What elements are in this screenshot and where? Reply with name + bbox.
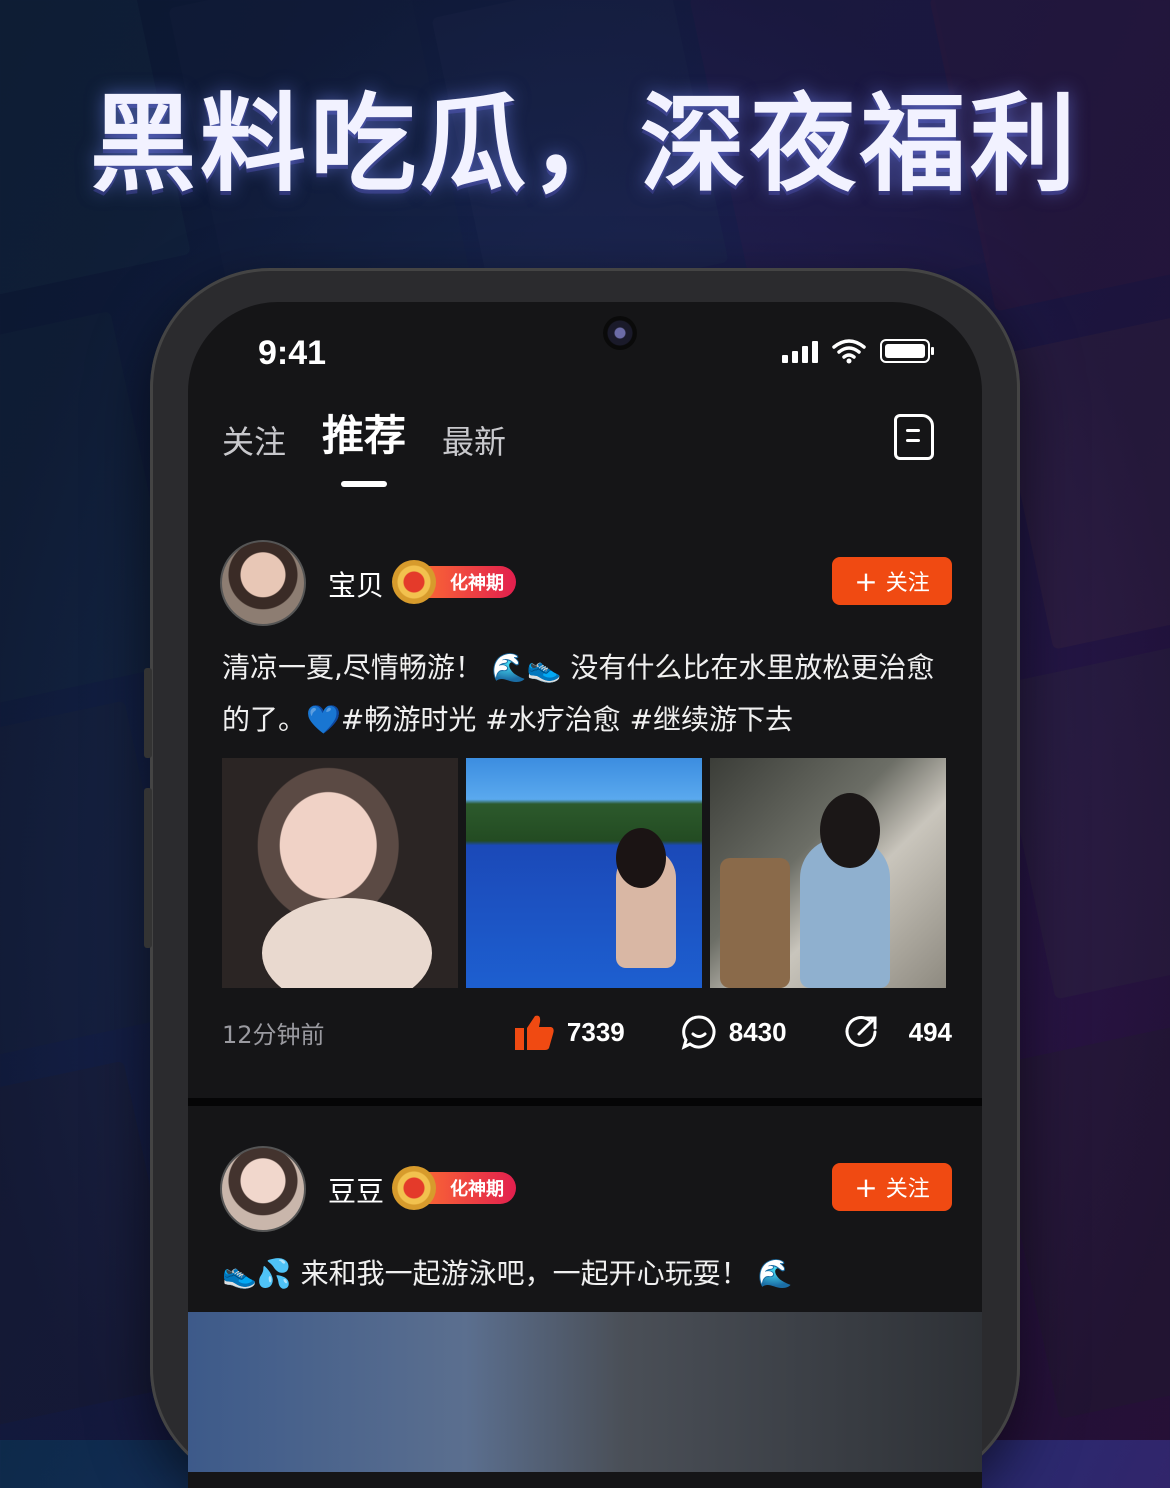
tab-following[interactable]: 关注 xyxy=(222,417,286,463)
post-text: 清凉一夏,尽情畅游！ 🌊👟 没有什么比在水里放松更治愈的了。💙#畅游时光 #水疗… xyxy=(222,651,935,736)
share-button[interactable]: 494 xyxy=(843,1014,952,1050)
wifi-icon xyxy=(832,339,866,364)
comment-icon xyxy=(681,1015,716,1050)
phone-frame: 9:41 关注 推荐 最新 宝贝 化神期 + 关注 清凉一夏,尽情畅游！ 🌊👟 … xyxy=(144,268,1020,1488)
post-image[interactable] xyxy=(466,758,702,988)
username[interactable]: 豆豆 xyxy=(328,1170,384,1210)
post-image[interactable] xyxy=(188,1312,982,1472)
cellular-signal-icon xyxy=(782,339,818,363)
tab-latest[interactable]: 最新 xyxy=(442,417,506,463)
follow-button[interactable]: + 关注 xyxy=(832,1163,952,1211)
avatar[interactable] xyxy=(220,540,306,626)
promo-headline: 黑料吃瓜，深夜福利 xyxy=(90,83,1080,206)
battery-icon xyxy=(880,339,934,363)
front-camera xyxy=(603,316,637,350)
post-image-grid xyxy=(222,758,946,988)
post-time: 12分钟前 xyxy=(222,1020,325,1049)
post-image[interactable] xyxy=(710,758,946,988)
post-image[interactable] xyxy=(222,758,458,988)
plus-icon: + xyxy=(854,1170,878,1204)
level-badge: 化神期 xyxy=(392,1166,516,1210)
medal-icon xyxy=(392,560,436,604)
post-divider xyxy=(188,1098,982,1106)
follow-button[interactable]: + 关注 xyxy=(832,557,952,605)
plus-icon: + xyxy=(854,564,878,598)
feed-post: 豆豆 化神期 + 关注 👟💦 来和我一起游泳吧，一起开心玩耍！ 🌊 xyxy=(188,1146,982,1488)
post-meta: 12分钟前 7339 8430 494 xyxy=(222,1014,952,1050)
medal-icon xyxy=(392,1166,436,1210)
status-time: 9:41 xyxy=(258,334,327,372)
comment-button[interactable]: 8430 xyxy=(681,1014,787,1050)
share-icon xyxy=(845,1016,877,1047)
like-button[interactable]: 7339 xyxy=(514,1014,625,1050)
username[interactable]: 宝贝 xyxy=(328,564,384,604)
status-icons xyxy=(782,338,934,364)
feed-tabs: 关注 推荐 最新 xyxy=(222,402,506,463)
app-screen: 9:41 关注 推荐 最新 宝贝 化神期 + 关注 清凉一夏,尽情畅游！ 🌊👟 … xyxy=(188,302,982,1488)
post-text: 👟💦 来和我一起游泳吧，一起开心玩耍！ 🌊 xyxy=(222,1257,793,1290)
avatar[interactable] xyxy=(220,1146,306,1232)
thumbs-up-icon xyxy=(514,1015,554,1050)
tab-recommended[interactable]: 推荐 xyxy=(322,402,406,463)
notes-icon[interactable] xyxy=(894,414,934,460)
feed-post: 宝贝 化神期 + 关注 清凉一夏,尽情畅游！ 🌊👟 没有什么比在水里放松更治愈的… xyxy=(188,540,982,1100)
level-badge: 化神期 xyxy=(392,560,516,604)
